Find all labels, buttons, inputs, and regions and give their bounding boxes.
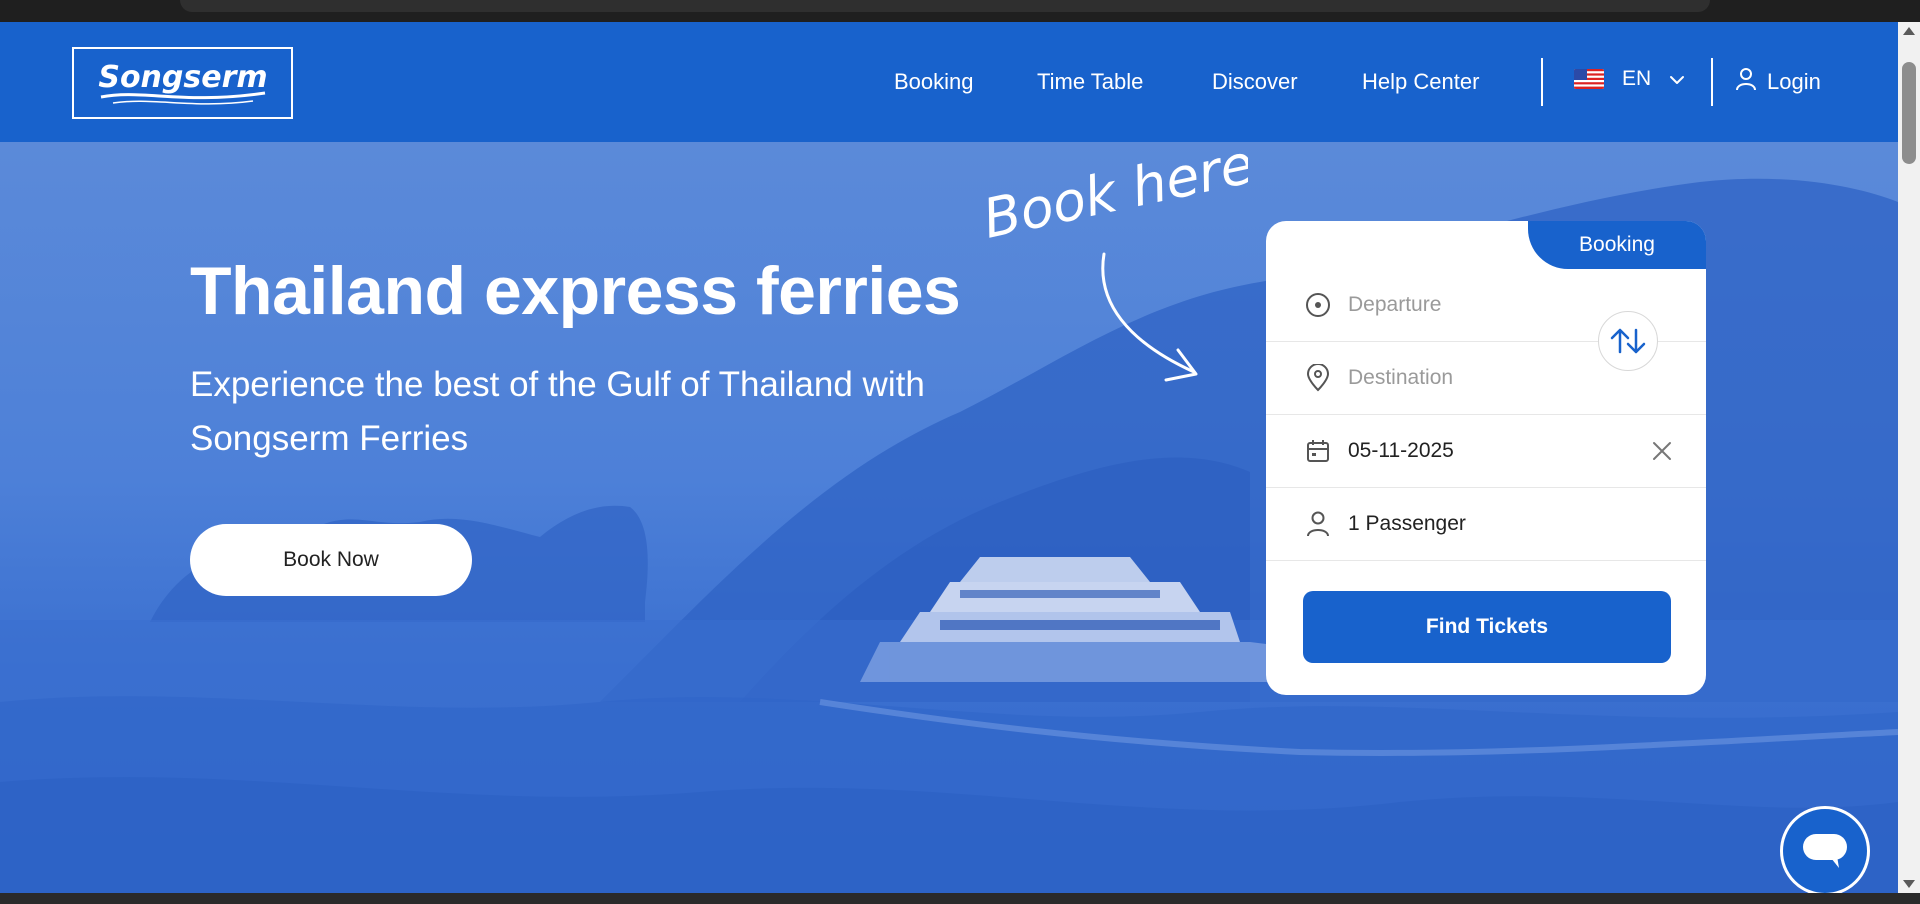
nav-time-table[interactable]: Time Table — [1037, 69, 1143, 95]
date-value: 05-11-2025 — [1348, 439, 1454, 462]
location-pin-icon — [1304, 364, 1332, 392]
passengers-value: 1 Passenger — [1348, 512, 1466, 535]
destination-placeholder: Destination — [1348, 366, 1454, 389]
booking-card: Booking Departure Destination 05-11-2025… — [1266, 221, 1706, 695]
chevron-down-icon — [1669, 67, 1685, 91]
target-icon — [1304, 291, 1332, 319]
scroll-up-icon[interactable] — [1903, 27, 1915, 35]
book-here-annotation: Book here — [988, 142, 1248, 382]
hero-title: Thailand express ferries — [190, 253, 961, 329]
nav-divider — [1541, 58, 1543, 106]
hero-subtitle: Experience the best of the Gulf of Thail… — [190, 365, 925, 458]
departure-placeholder: Departure — [1348, 293, 1442, 316]
chat-button[interactable] — [1780, 806, 1870, 893]
date-field[interactable]: 05-11-2025 — [1266, 415, 1706, 488]
find-tickets-button[interactable]: Find Tickets — [1303, 591, 1671, 663]
nav-divider — [1711, 58, 1713, 106]
page-scrollbar[interactable] — [1898, 22, 1920, 893]
swap-locations-button[interactable] — [1598, 311, 1658, 371]
book-here-text: Book here — [988, 142, 1248, 251]
us-flag-icon — [1574, 69, 1604, 89]
language-code: EN — [1622, 67, 1652, 90]
nav-help-center[interactable]: Help Center — [1362, 69, 1479, 95]
songserm-logo[interactable]: Songserm — [72, 47, 293, 119]
calendar-icon — [1304, 437, 1332, 465]
swap-arrows-icon — [1610, 328, 1646, 354]
logo-mark: Songserm — [98, 60, 267, 105]
scroll-down-icon[interactable] — [1903, 880, 1915, 888]
browser-top-bar — [0, 0, 1920, 22]
site-header: Songserm Booking Time Table Discover Hel… — [0, 22, 1898, 142]
close-icon[interactable] — [1650, 439, 1674, 463]
login-button[interactable]: Login — [1735, 67, 1821, 97]
hero-section: Thailand express ferries Experience the … — [0, 142, 1898, 893]
language-selector[interactable]: EN — [1574, 67, 1685, 91]
nav-discover[interactable]: Discover — [1212, 69, 1298, 95]
user-icon — [1735, 67, 1757, 97]
booking-tab[interactable]: Booking — [1528, 221, 1706, 269]
chat-bubble-icon — [1803, 834, 1847, 868]
nav-booking[interactable]: Booking — [894, 69, 974, 95]
browser-address-bar — [180, 0, 1710, 12]
page-viewport: Thailand express ferries Experience the … — [0, 22, 1898, 893]
login-label: Login — [1767, 69, 1821, 94]
passengers-field[interactable]: 1 Passenger — [1266, 488, 1706, 561]
logo-text: Songserm — [98, 60, 267, 95]
scroll-thumb[interactable] — [1902, 62, 1916, 164]
user-icon — [1304, 510, 1332, 538]
browser-bottom-bar — [0, 893, 1920, 904]
book-now-button[interactable]: Book Now — [190, 524, 472, 596]
